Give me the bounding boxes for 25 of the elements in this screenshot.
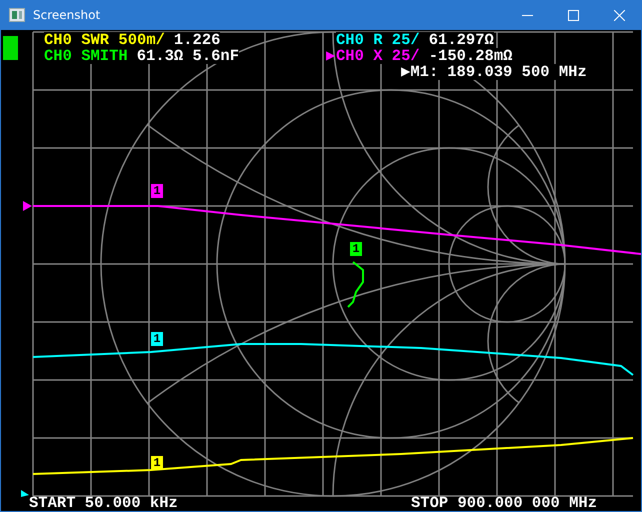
battery-icon — [3, 36, 18, 60]
marker-flag: 1 — [151, 184, 163, 198]
reference-marker-icon — [23, 201, 32, 211]
trace-label: CH0 SMITH — [44, 48, 128, 64]
marker-flag: 1 — [151, 332, 163, 346]
maximize-icon — [568, 10, 578, 20]
trace-value: 61.297Ω — [428, 32, 494, 48]
marker-flag: 1 — [151, 456, 163, 470]
trace-label: CH0 SWR 500m/ — [44, 32, 165, 48]
marker-frequency: 189.039 500 MHz — [447, 64, 587, 80]
reference-marker-icon — [21, 490, 29, 497]
trace-label: CH0 R 25/ — [336, 32, 420, 48]
start-frequency: START 50.000 kHz — [29, 495, 178, 511]
window-title: Screenshot — [33, 8, 100, 22]
trace-value: -150.28mΩ — [428, 48, 512, 64]
active-trace-icon: ▶ — [326, 48, 336, 64]
stop-frequency: STOP 900.000 000 MHz — [411, 495, 598, 511]
marker-flag: 1 — [350, 242, 362, 256]
trace-value: 61.3Ω 5.6nF — [136, 48, 240, 64]
marker-label: M1: — [410, 64, 438, 80]
trace-label: CH0 X 25/ — [336, 48, 420, 64]
marker-arrow-icon: ▶ — [401, 64, 410, 80]
trace-value: 1.226 — [174, 32, 220, 48]
close-icon — [614, 10, 624, 20]
app-icon — [9, 8, 25, 22]
